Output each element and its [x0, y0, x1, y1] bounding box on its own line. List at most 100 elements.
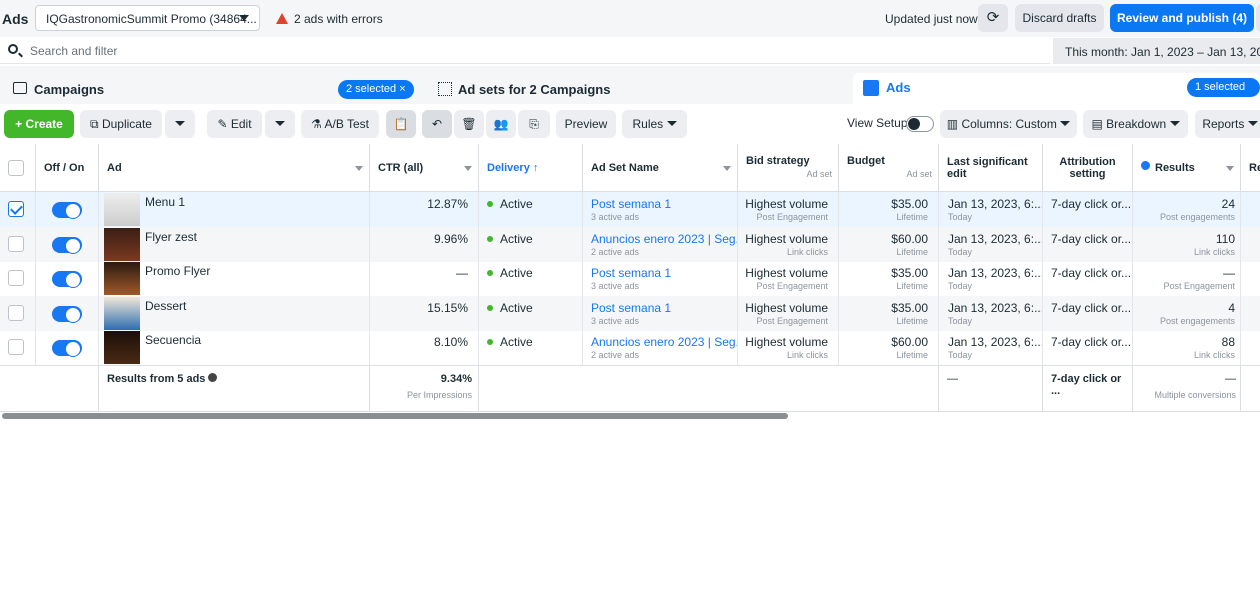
undo-button[interactable]: ↶ — [422, 110, 452, 138]
ad-name[interactable]: Promo Flyer — [145, 264, 210, 278]
bid-cell: Highest volume Post Engagement — [738, 295, 839, 331]
refresh-button[interactable]: ⟳ — [978, 4, 1008, 32]
account-name: IQGastronomicSummit Promo (34864... — [46, 12, 257, 26]
delivery-cell: Active — [479, 330, 583, 366]
ad-cell[interactable]: Secuencia — [99, 330, 370, 366]
delete-button[interactable]: 🗑 — [454, 110, 484, 138]
adset-sub: 2 active ads — [591, 246, 640, 257]
ad-name[interactable]: Dessert — [145, 299, 186, 313]
header-select-all[interactable] — [0, 144, 36, 192]
adset-link[interactable]: Anuncios enero 2023 | Seg... — [591, 335, 737, 349]
duplicate-dropdown[interactable] — [165, 110, 195, 138]
header-ad[interactable]: Ad — [99, 144, 370, 192]
ad-cell[interactable]: Promo Flyer — [99, 261, 370, 297]
tab-ads[interactable]: Ads 1 selected × — [853, 73, 1260, 112]
budget-sub: Lifetime — [896, 315, 928, 326]
header-next[interactable]: Re — [1241, 144, 1260, 192]
search-input[interactable] — [30, 43, 1030, 59]
duplicate-button[interactable]: ⧉ Duplicate — [80, 110, 162, 138]
rules-button[interactable]: Rules — [622, 110, 687, 138]
select-all-checkbox[interactable] — [8, 160, 24, 176]
header-ctr[interactable]: CTR (all) — [370, 144, 479, 192]
header-results[interactable]: Results — [1133, 144, 1241, 192]
ad-status-toggle[interactable] — [52, 202, 82, 219]
adset-link[interactable]: Post semana 1 — [591, 197, 671, 211]
row-checkbox[interactable] — [8, 270, 24, 287]
date-range-picker[interactable]: This month: Jan 1, 2023 – Jan 13, 2023 — [1053, 38, 1260, 64]
ab-test-button[interactable]: ⚗ A/B Test — [301, 110, 379, 138]
clipboard-icon: 📋 — [393, 117, 409, 131]
ad-status-toggle[interactable] — [52, 271, 82, 289]
bid-cell: Highest volume Link clicks — [738, 226, 839, 262]
footer-result-sub: Multiple conversions — [1154, 390, 1236, 400]
tab-ads-label: Ads — [886, 80, 911, 95]
chevron-down-icon — [175, 121, 185, 126]
row-checkbox[interactable] — [8, 339, 24, 356]
horizontal-scrollbar[interactable] — [2, 413, 788, 419]
toolbar: + Create ⧉ Duplicate ✎ Edit ⚗ A/B Test 📋… — [0, 104, 1260, 144]
share-button[interactable]: ⎘ — [518, 110, 550, 138]
lastedit-sub: Today — [948, 281, 973, 292]
ad-name[interactable]: Secuencia — [145, 333, 201, 347]
footer-ctr-sub: Per Impressions — [406, 390, 472, 400]
tab-adsets[interactable]: Ad sets for 2 Campaigns — [428, 73, 847, 104]
search-icon — [8, 44, 18, 54]
review-publish-button[interactable]: Review and publish (4) — [1110, 4, 1254, 32]
errors-indicator[interactable]: 2 ads with errors — [276, 12, 383, 26]
columns-button[interactable]: ▥ Columns: Custom — [940, 110, 1077, 138]
campaigns-selected-badge[interactable]: 2 selected × — [338, 80, 414, 99]
header-adset[interactable]: Ad Set Name — [583, 144, 738, 192]
adset-link[interactable]: Post semana 1 — [591, 266, 671, 280]
audience-button[interactable]: 👥 — [486, 110, 516, 138]
ad-name[interactable]: Menu 1 — [145, 195, 185, 209]
attribution-cell: 7-day click or... — [1043, 192, 1133, 227]
table-row[interactable]: Flyer zest 9.96% Active Anuncios enero 2… — [0, 226, 1260, 262]
footer-ctr-cell: 9.34% Per Impressions — [370, 366, 479, 412]
row-checkbox[interactable] — [8, 304, 24, 321]
header-attribution[interactable]: Attribution setting — [1043, 144, 1133, 192]
ad-cell[interactable]: Menu 1 — [99, 192, 370, 227]
create-button[interactable]: + Create — [4, 110, 74, 138]
table-row[interactable]: Promo Flyer — Active Post semana 13 acti… — [0, 261, 1260, 297]
header-budget[interactable]: Budget Ad set — [839, 144, 939, 192]
ctr-value: — — [456, 266, 468, 281]
header-bid[interactable]: Bid strategy Ad set — [738, 144, 839, 192]
discard-drafts-button[interactable]: Discard drafts — [1015, 4, 1104, 32]
row-select-cell — [0, 261, 36, 297]
ad-cell[interactable]: Flyer zest — [99, 226, 370, 262]
table-row[interactable]: Secuencia 8.10% Active Anuncios enero 20… — [0, 330, 1260, 366]
account-selector[interactable]: IQGastronomicSummit Promo (34864... — [35, 5, 260, 31]
preview-button[interactable]: Preview — [556, 110, 616, 138]
ad-cell[interactable]: Dessert — [99, 295, 370, 331]
row-checkbox[interactable] — [8, 201, 24, 217]
row-select-cell — [0, 226, 36, 262]
adset-link[interactable]: Post semana 1 — [591, 301, 671, 315]
edit-dropdown[interactable] — [265, 110, 295, 138]
tab-campaigns[interactable]: Campaigns 2 selected × — [4, 73, 422, 104]
header-lastedit[interactable]: Last significant edit — [939, 144, 1043, 192]
ad-status-toggle[interactable] — [52, 340, 82, 358]
ad-name[interactable]: Flyer zest — [145, 230, 197, 244]
header-delivery[interactable]: Delivery ↑ — [479, 144, 583, 192]
reports-button[interactable]: Reports — [1195, 110, 1260, 138]
view-setup-toggle[interactable] — [906, 116, 934, 132]
ctr-value: 12.87% — [427, 197, 468, 211]
table-row[interactable]: Menu 1 12.87% Active Post semana 13 acti… — [0, 192, 1260, 227]
ad-status-toggle[interactable] — [52, 305, 82, 323]
ad-status-toggle[interactable] — [52, 236, 82, 254]
ads-selected-badge[interactable]: 1 selected × — [1187, 78, 1260, 112]
breakdown-icon: ▤ — [1091, 117, 1107, 131]
lastedit-value: Jan 13, 2023, 6:... — [948, 266, 1043, 281]
table-row[interactable]: Dessert 15.15% Active Post semana 13 act… — [0, 295, 1260, 331]
delivery-status: Active — [500, 266, 533, 281]
results-cell: 88 Link clicks — [1133, 330, 1241, 366]
row-checkbox[interactable] — [8, 235, 24, 252]
lastedit-sub: Today — [948, 212, 973, 222]
edit-button[interactable]: ✎ Edit — [207, 110, 262, 138]
budget-cell: $35.00 Lifetime — [839, 295, 939, 331]
adset-link[interactable]: Anuncios enero 2023 | Seg... — [591, 232, 737, 246]
more-button[interactable] — [1256, 4, 1260, 32]
trash-icon: 🗑 — [461, 117, 477, 131]
clipboard-button[interactable]: 📋 — [386, 110, 416, 138]
breakdown-button[interactable]: ▤ Breakdown — [1083, 110, 1188, 138]
